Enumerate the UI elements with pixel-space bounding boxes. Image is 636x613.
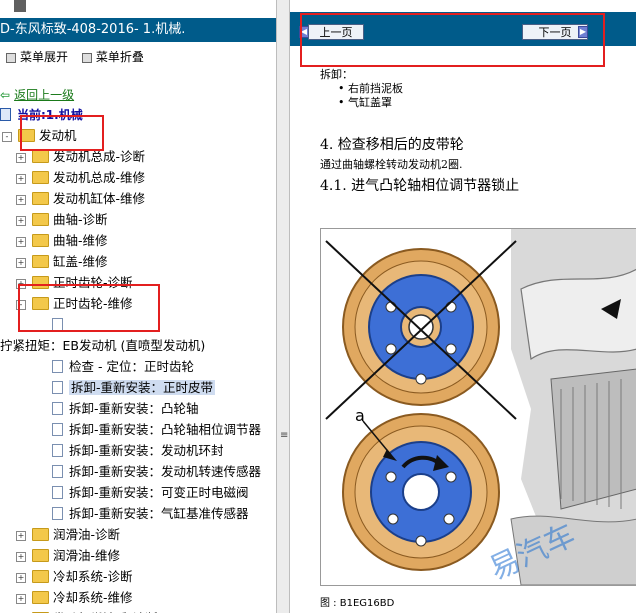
tree-item-label: 曲轴-诊断 bbox=[53, 212, 108, 227]
tree-folder-item[interactable]: + 缸盖-维修 bbox=[16, 252, 108, 272]
folder-icon bbox=[32, 528, 49, 541]
menu-collapse-button[interactable]: 菜单折叠 bbox=[96, 50, 144, 64]
expand-toggle-icon[interactable]: + bbox=[16, 593, 26, 604]
tree-item-label: 拆卸-重新安装：可变正时电磁阀 bbox=[69, 485, 249, 500]
tree-doc-item[interactable]: 拆卸-重新安装：凸轮轴相位调节器 bbox=[52, 420, 261, 440]
expand-toggle-icon[interactable]: + bbox=[16, 257, 26, 268]
pane-splitter[interactable]: ≡ bbox=[276, 0, 290, 613]
expand-toggle-icon[interactable]: + bbox=[16, 236, 26, 247]
navigation-panel: D-东风标致-408-2016- 1.机械. 菜单展开 菜单折叠 ⇦ 返回上一级 … bbox=[0, 0, 276, 613]
document-icon bbox=[52, 423, 63, 436]
document-icon bbox=[52, 486, 63, 499]
tree-doc-item[interactable]: 拆卸-重新安装：发动机环封 bbox=[52, 441, 224, 461]
tree-doc-item[interactable]: 拆卸-重新安装：气缸基准传感器 bbox=[52, 504, 249, 524]
tree-doc-item[interactable]: 拆卸-重新安装：正时皮带 bbox=[52, 378, 216, 398]
tree-item-label: 发动机缸体-维修 bbox=[53, 191, 146, 206]
tree-item-label: 检查 - 定位：正时齿轮 bbox=[69, 359, 194, 374]
tree-item-label: 拧紧扭矩：EB发动机 (直喷型发动机) bbox=[0, 338, 206, 353]
tree-item-label: 发动机总成-维修 bbox=[53, 170, 146, 185]
folder-icon bbox=[32, 549, 49, 562]
collapse-icon bbox=[81, 52, 92, 63]
step-heading: 4. 检查移相后的皮带轮 bbox=[320, 137, 464, 153]
folder-icon bbox=[32, 591, 49, 604]
step-text: 通过曲轴螺栓转动发动机2圈. bbox=[320, 158, 463, 171]
expand-toggle-icon[interactable]: + bbox=[16, 194, 26, 205]
bullet-item: • 气缸盖罩 bbox=[338, 96, 392, 109]
folder-icon bbox=[32, 192, 49, 205]
folder-icon bbox=[32, 255, 49, 268]
tree-item-label: 润滑油-诊断 bbox=[53, 527, 121, 542]
document-icon bbox=[52, 507, 63, 520]
menu-expand-button[interactable]: 菜单展开 bbox=[20, 50, 68, 64]
highlight-box-engine bbox=[20, 115, 104, 151]
folder-icon bbox=[32, 234, 49, 247]
tree-text-item[interactable]: 拧紧扭矩：EB发动机 (直喷型发动机) bbox=[0, 336, 205, 356]
bullet-text: 气缸盖罩 bbox=[348, 96, 392, 109]
tree-item-label: 拆卸-重新安装：发动机环封 bbox=[69, 443, 224, 458]
substep-heading: 4.1. 进气凸轮轴相位调节器锁止 bbox=[320, 178, 520, 194]
document-icon bbox=[52, 444, 63, 457]
document-icon bbox=[52, 381, 63, 394]
document-title: D-东风标致-408-2016- 1.机械. bbox=[0, 18, 276, 42]
tree-folder-item[interactable]: + 发动机总成-维修 bbox=[16, 168, 145, 188]
tree-item-label: 缸盖-维修 bbox=[53, 254, 108, 269]
tree-folder-item[interactable]: + 冷却系统-诊断 bbox=[16, 567, 133, 587]
expand-toggle-icon[interactable]: + bbox=[16, 173, 26, 184]
tree-folder-item[interactable]: + 润滑油-维修 bbox=[16, 546, 120, 566]
tree-item-label: 拆卸-重新安装：凸轮轴 bbox=[69, 401, 199, 416]
tree-doc-item[interactable]: 拆卸-重新安装：发动机转速传感器 bbox=[52, 462, 261, 482]
splitter-grip-icon: ≡ bbox=[280, 430, 289, 441]
back-row: ⇦ 返回上一级 bbox=[0, 86, 74, 104]
document-icon bbox=[52, 402, 63, 415]
gear-top bbox=[325, 240, 517, 420]
gear-bottom bbox=[342, 413, 500, 571]
expand-toggle-icon[interactable]: + bbox=[16, 551, 26, 562]
tree-folder-item[interactable]: + 冷却系统-维修 bbox=[16, 588, 133, 608]
folder-icon bbox=[32, 570, 49, 583]
top-strip bbox=[0, 0, 276, 12]
folder-icon bbox=[32, 171, 49, 184]
figure-illustration: 易汽车 a bbox=[325, 229, 636, 585]
tree-item-label: 拆卸-重新安装：正时皮带 bbox=[69, 380, 216, 395]
menu-row: 菜单展开 菜单折叠 bbox=[0, 48, 148, 66]
tree-item-label: 拆卸-重新安装：发动机转速传感器 bbox=[69, 464, 262, 479]
back-arrow-icon: ⇦ bbox=[0, 88, 11, 102]
tree-folder-item[interactable]: + 发动机缸体-维修 bbox=[16, 189, 145, 209]
tree-item-label: 曲轴-维修 bbox=[53, 233, 108, 248]
tree-doc-item[interactable]: 拆卸-重新安装：可变正时电磁阀 bbox=[52, 483, 249, 503]
tree-item-label: 发动机总成-诊断 bbox=[53, 149, 146, 164]
page-icon bbox=[0, 108, 11, 121]
technical-figure: 易汽车 a bbox=[320, 228, 636, 586]
tree-item-label: 拆卸-重新安装：气缸基准传感器 bbox=[69, 506, 249, 521]
collapse-toggle-icon[interactable]: - bbox=[2, 131, 12, 142]
tree-item-label: 冷却系统-维修 bbox=[53, 590, 133, 605]
tree-folder-item[interactable]: + 曲轴-维修 bbox=[16, 231, 108, 251]
expand-icon bbox=[6, 52, 16, 63]
folder-icon bbox=[32, 150, 49, 163]
figure-label-a: a bbox=[355, 406, 365, 425]
expand-toggle-icon[interactable]: + bbox=[16, 152, 26, 163]
content-panel: ◀ 上一页 下一页 ▶ 拆卸： • 右前挡泥板 • 气缸盖罩 4. 检查移相后的… bbox=[290, 0, 636, 613]
tree-doc-item[interactable]: 拆卸-重新安装：凸轮轴 bbox=[52, 399, 199, 419]
expand-toggle-icon[interactable]: + bbox=[16, 530, 26, 541]
document-icon bbox=[52, 360, 63, 373]
tree-item-label: 冷却系统-诊断 bbox=[53, 569, 133, 584]
expand-toggle-icon[interactable]: + bbox=[16, 572, 26, 583]
back-link[interactable]: 返回上一级 bbox=[14, 88, 74, 102]
tree-doc-item[interactable]: 检查 - 定位：正时齿轮 bbox=[52, 357, 194, 377]
window-icon bbox=[14, 0, 26, 12]
folder-icon bbox=[32, 213, 49, 226]
engine-block bbox=[510, 229, 636, 585]
tree-folder-item[interactable]: + 润滑油-诊断 bbox=[16, 525, 120, 545]
highlight-box-nav bbox=[300, 13, 605, 67]
highlight-box-timing bbox=[18, 284, 160, 332]
tree-folder-item[interactable]: + 曲轴-诊断 bbox=[16, 210, 108, 230]
expand-toggle-icon[interactable]: + bbox=[16, 215, 26, 226]
tree-folder-item[interactable]: +发动机燃油系-诊断 bbox=[16, 609, 158, 613]
tree-item-label: 拆卸-重新安装：凸轮轴相位调节器 bbox=[69, 422, 262, 437]
figure-caption: 图 : B1EG16BD bbox=[320, 598, 395, 609]
document-icon bbox=[52, 465, 63, 478]
tree-item-label: 润滑油-维修 bbox=[53, 548, 121, 563]
